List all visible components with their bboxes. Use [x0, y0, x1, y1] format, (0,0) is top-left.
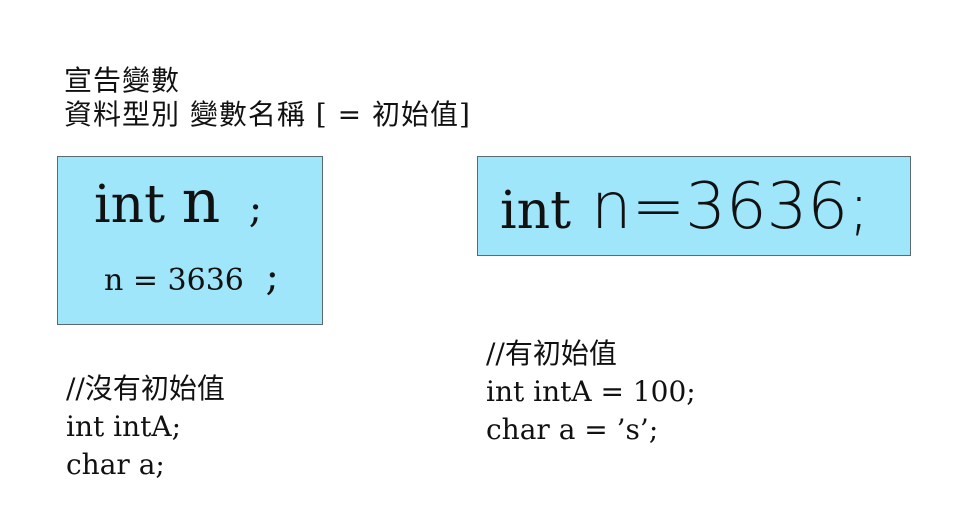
code-line: char a; [66, 448, 165, 481]
declaration-semicolon: ; [248, 186, 263, 232]
code-comment: //有初始值 [486, 337, 617, 370]
heading-syntax: 資料型別 變數名稱 [ = 初始值] [64, 98, 471, 131]
code-comment: //沒有初始值 [66, 372, 225, 405]
assignment-semicolon: ; [265, 254, 279, 300]
code-line: char a = ’s’; [486, 413, 659, 446]
initialized-assignment: n=3636; [591, 170, 870, 244]
code-example-no-init: //沒有初始值 int intA; char a; [66, 370, 225, 484]
slide-heading: 宣告變數 資料型別 變數名稱 [ = 初始值] [64, 64, 471, 132]
initialized-declaration-line: int n=3636; [500, 165, 870, 253]
declaration-line: int n ; [94, 167, 262, 244]
assignment-text: n = 3636 [104, 263, 244, 298]
initialized-declaration-box: int n=3636; [477, 156, 911, 256]
int-keyword: int [94, 175, 166, 235]
assignment-line: n = 3636 ; [104, 257, 279, 301]
declaration-box: int n ; n = 3636 ; [57, 156, 323, 325]
int-keyword: int [500, 181, 572, 241]
heading-title: 宣告變數 [64, 64, 181, 97]
code-line: int intA; [66, 410, 182, 443]
variable-name: n [181, 167, 221, 237]
code-line: int intA = 100; [486, 375, 696, 408]
code-example-with-init: //有初始值 int intA = 100; char a = ’s’; [486, 335, 696, 449]
